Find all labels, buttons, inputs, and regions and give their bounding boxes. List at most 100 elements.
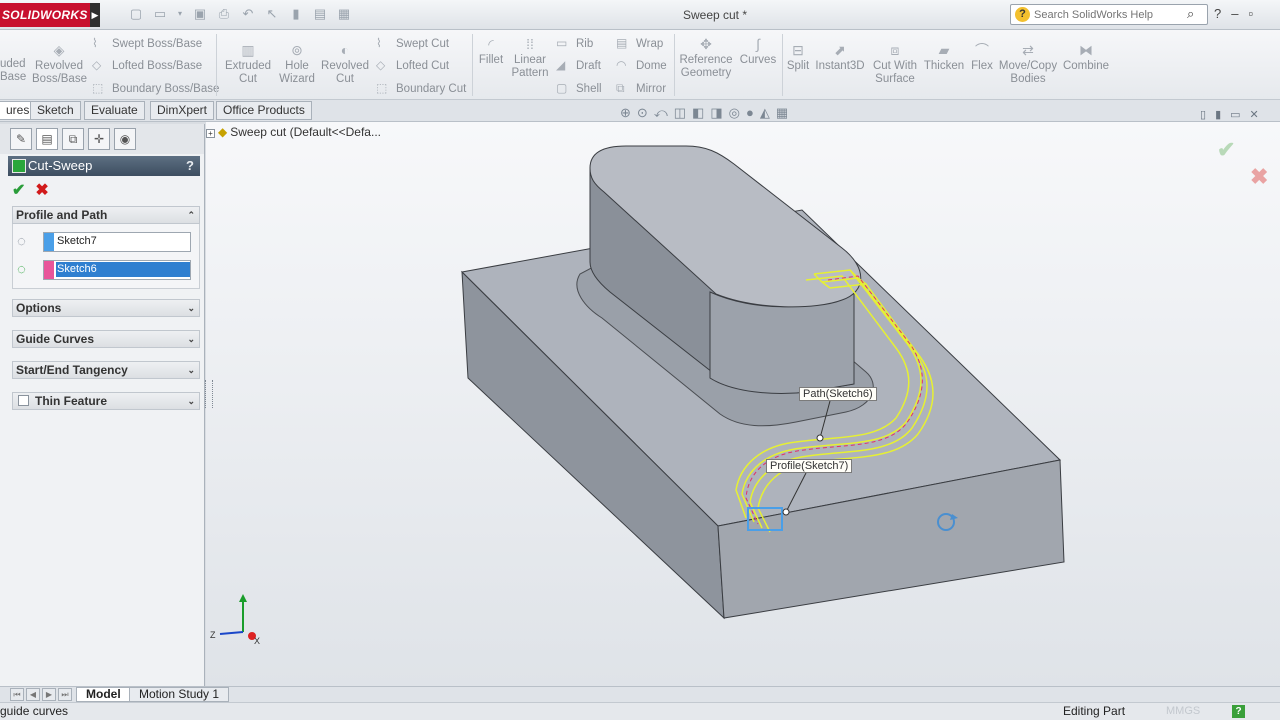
start-end-tangency-header[interactable]: Start/End Tangency ⌄ bbox=[12, 361, 200, 379]
swept-cut-button[interactable]: ⌇ Swept Cut bbox=[376, 36, 449, 50]
draft-button[interactable]: ◢ Draft bbox=[556, 58, 601, 72]
zoom-to-fit-icon[interactable]: ⊕ bbox=[620, 105, 631, 121]
split-button[interactable]: ⊟ Split bbox=[784, 42, 812, 73]
options-icon[interactable]: ▦ bbox=[336, 6, 352, 22]
profile-callout[interactable]: Profile(Sketch7) bbox=[766, 459, 853, 473]
expand-icon[interactable]: ⌄ bbox=[187, 362, 195, 378]
expand-icon[interactable]: ⌄ bbox=[187, 331, 195, 347]
confirmation-cancel-icon[interactable]: ✖ bbox=[1250, 164, 1268, 190]
help-menu-icon[interactable]: ? bbox=[1214, 6, 1221, 21]
search-icon[interactable]: ⌕ bbox=[1187, 6, 1194, 22]
shell-button[interactable]: ▢ Shell bbox=[556, 81, 602, 95]
first-tab-icon[interactable]: ⏮ bbox=[10, 688, 24, 701]
section-view-icon[interactable]: ◫ bbox=[674, 105, 686, 121]
boundary-boss-button[interactable]: ⬚ Boundary Boss/Base bbox=[92, 81, 219, 95]
wrap-button[interactable]: ▤ Wrap bbox=[616, 36, 663, 50]
path-callout[interactable]: Path(Sketch6) bbox=[799, 387, 877, 401]
guide-curves-header[interactable]: Guide Curves ⌄ bbox=[12, 330, 200, 348]
combine-button[interactable]: ⧓ Combine bbox=[1062, 42, 1110, 73]
open-folder-icon[interactable]: ▭ bbox=[152, 6, 168, 22]
display-style-icon[interactable]: ◨ bbox=[710, 105, 722, 121]
expand-icon[interactable]: + bbox=[206, 129, 215, 138]
curves-button[interactable]: ∫ Curves bbox=[738, 36, 778, 67]
extruded-boss-button[interactable]: uded Base bbox=[0, 58, 26, 84]
tab-model[interactable]: Model bbox=[76, 687, 131, 702]
boundary-cut-button[interactable]: ⬚ Boundary Cut bbox=[376, 81, 466, 95]
flex-button[interactable]: ⌒ Flex bbox=[968, 42, 996, 73]
minimize-icon[interactable]: – bbox=[1231, 6, 1238, 21]
view-settings-icon[interactable]: ▦ bbox=[776, 105, 788, 121]
lofted-boss-button[interactable]: ◇ Lofted Boss/Base bbox=[92, 58, 202, 72]
tab-sketch[interactable]: Sketch bbox=[30, 101, 81, 120]
thin-feature-checkbox[interactable] bbox=[18, 395, 29, 406]
move-copy-bodies-button[interactable]: ⇄ Move/Copy Bodies bbox=[998, 42, 1058, 86]
close-view-icon[interactable]: ✕ bbox=[1250, 108, 1259, 121]
display-manager-tab-icon[interactable]: ◉ bbox=[114, 128, 136, 150]
status-help-icon[interactable]: ? bbox=[1232, 705, 1245, 718]
last-tab-icon[interactable]: ⏭ bbox=[58, 688, 72, 701]
extruded-cut-button[interactable]: ▥ Extruded Cut bbox=[222, 42, 274, 86]
confirmation-ok-icon[interactable]: ✔ bbox=[1217, 137, 1235, 163]
rib-button[interactable]: ▭ Rib bbox=[556, 36, 593, 50]
select-arrow-icon[interactable]: ↖ bbox=[264, 6, 280, 22]
options-header[interactable]: Options ⌄ bbox=[12, 299, 200, 317]
mirror-button[interactable]: ⧉ Mirror bbox=[616, 81, 666, 96]
cancel-button[interactable]: ✖ bbox=[35, 180, 48, 202]
ok-button[interactable]: ✔ bbox=[12, 180, 25, 202]
apply-scene-icon[interactable]: ◭ bbox=[760, 105, 770, 121]
profile-selection-box[interactable]: Sketch7 bbox=[43, 232, 191, 252]
configuration-manager-tab-icon[interactable]: ⧉ bbox=[62, 128, 84, 150]
restore-view-icon[interactable]: ▭ bbox=[1230, 108, 1240, 121]
revolved-cut-button[interactable]: ◐ Revolved Cut bbox=[320, 42, 370, 86]
dimxpert-manager-tab-icon[interactable]: ✛ bbox=[88, 128, 110, 150]
path-selection-box[interactable]: Sketch6 bbox=[43, 260, 191, 280]
graphics-area[interactable]: Z X bbox=[206, 122, 1280, 686]
lofted-cut-button[interactable]: ◇ Lofted Cut bbox=[376, 58, 449, 72]
reference-geometry-button[interactable]: ✥ Reference Geometry bbox=[678, 36, 734, 80]
instant3d-button[interactable]: ⬈ Instant3D bbox=[814, 42, 866, 73]
tab-dimxpert[interactable]: DimXpert bbox=[150, 101, 215, 120]
revolved-boss-button[interactable]: ◈ Revolved Boss/Base bbox=[32, 42, 87, 86]
previous-view-icon[interactable]: ⤺ bbox=[654, 105, 668, 121]
profile-and-path-header[interactable]: Profile and Path ⌃ bbox=[12, 206, 200, 224]
file-properties-icon[interactable]: ▤ bbox=[312, 6, 328, 22]
thin-feature-header[interactable]: Thin Feature ⌄ bbox=[12, 392, 200, 410]
panel-splitter-handle[interactable] bbox=[205, 380, 213, 408]
cut-with-surface-button[interactable]: ⧈ Cut With Surface bbox=[870, 42, 920, 86]
feature-manager-tab-icon[interactable]: ✎ bbox=[10, 128, 32, 150]
next-tab-icon[interactable]: ▶ bbox=[42, 688, 56, 701]
edit-appearance-icon[interactable]: ● bbox=[746, 105, 754, 121]
thicken-button[interactable]: ▰ Thicken bbox=[922, 42, 966, 73]
solidworks-logo[interactable]: SOLIDWORKS bbox=[0, 3, 90, 27]
hole-wizard-button[interactable]: ⊚ Hole Wizard bbox=[276, 42, 318, 86]
dome-button[interactable]: ◠ Dome bbox=[616, 58, 667, 72]
help-icon[interactable]: ? bbox=[186, 156, 194, 176]
restore-icon[interactable]: ▫ bbox=[1248, 6, 1253, 21]
help-search-input[interactable] bbox=[1034, 7, 1184, 22]
expand-icon[interactable]: ⌄ bbox=[187, 393, 195, 409]
tab-evaluate[interactable]: Evaluate bbox=[84, 101, 145, 120]
split-view-icon[interactable]: ▯ bbox=[1200, 108, 1206, 121]
tab-office-products[interactable]: Office Products bbox=[216, 101, 312, 120]
fillet-button[interactable]: ◜ Fillet bbox=[476, 36, 506, 67]
feature-tree-flyout[interactable]: + ◆ Sweep cut (Default<<Defa... bbox=[206, 125, 381, 139]
linear-pattern-button[interactable]: ⁞⁞ Linear Pattern bbox=[508, 36, 552, 80]
dropdown-arrow-icon[interactable]: ▾ bbox=[176, 6, 184, 22]
prev-tab-icon[interactable]: ◀ bbox=[26, 688, 40, 701]
property-manager-tab-icon[interactable]: ▤ bbox=[36, 128, 58, 150]
undo-icon[interactable]: ↶ bbox=[240, 6, 256, 22]
collapse-icon[interactable]: ⌃ bbox=[187, 207, 195, 223]
status-units[interactable]: MMGS bbox=[1166, 703, 1200, 720]
model-view[interactable]: Z X bbox=[206, 122, 1280, 686]
swept-boss-button[interactable]: ⌇ Swept Boss/Base bbox=[92, 36, 202, 50]
save-icon[interactable]: ▣ bbox=[192, 6, 208, 22]
tab-motion-study-1[interactable]: Motion Study 1 bbox=[129, 687, 230, 702]
zoom-area-icon[interactable]: ⊙ bbox=[637, 105, 648, 121]
print-icon[interactable]: ⎙ bbox=[216, 6, 232, 22]
view-orientation-icon[interactable]: ◧ bbox=[692, 105, 704, 121]
expand-icon[interactable]: ⌄ bbox=[187, 300, 195, 316]
hide-show-icon[interactable]: ◎ bbox=[729, 105, 740, 121]
menu-arrow-icon[interactable]: ▶ bbox=[90, 3, 100, 27]
tile-view-icon[interactable]: ▮ bbox=[1215, 108, 1221, 121]
rebuild-icon[interactable]: ▮ bbox=[288, 6, 304, 22]
